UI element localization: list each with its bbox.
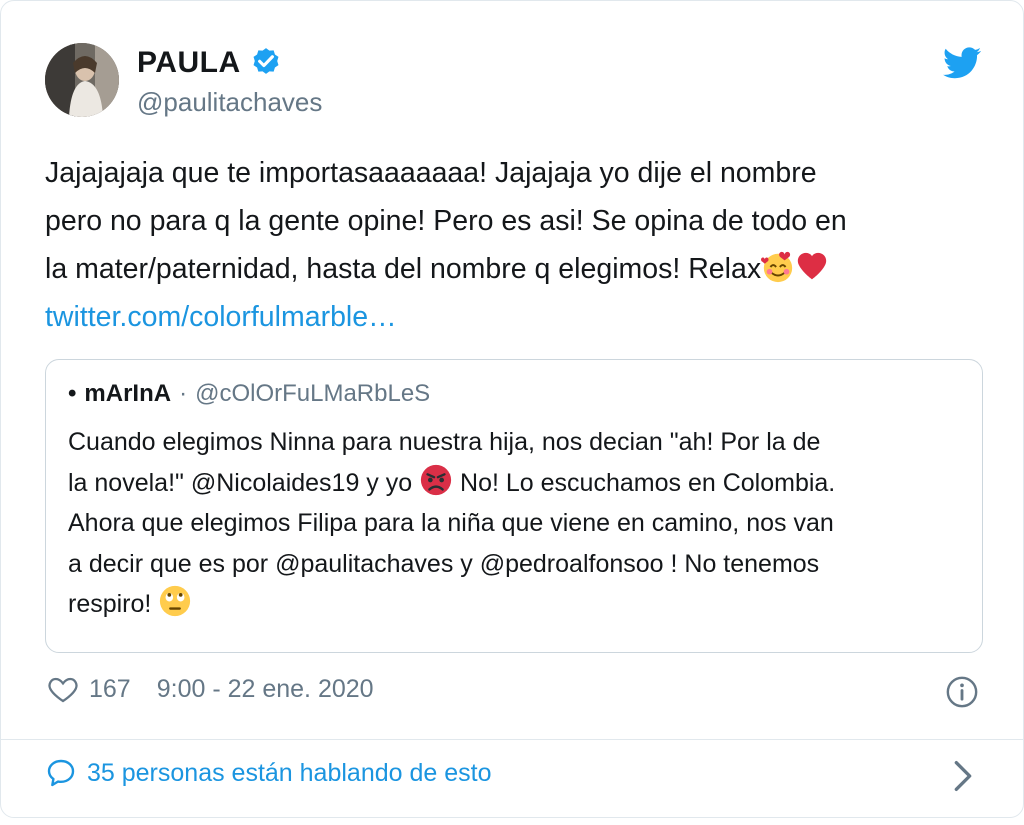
quoted-line: respiro! [68, 584, 968, 625]
quoted-tweet-text: Cuando elegimos Ninna para nuestra hija,… [68, 422, 968, 625]
avatar[interactable] [45, 43, 119, 117]
quoted-line: Ahora que elegimos Filipa para la niña q… [68, 509, 834, 537]
tweet-meta: 167 9:00 - 22 ene. 2020 [47, 673, 374, 705]
quoted-line-text: No! Lo escuchamos en Colombia. [453, 468, 836, 497]
tweet-link[interactable]: twitter.com/colorfulmarble… [45, 293, 995, 341]
verified-badge-icon [253, 48, 279, 74]
quoted-line: la novela!" @Nicolaides19 y yo No! Lo es… [68, 463, 968, 504]
red-heart-icon [795, 250, 829, 284]
tweet-card: PAULA @paulitachaves Jajajajaja que te i… [0, 0, 1024, 818]
quoted-line: Cuando elegimos Ninna para nuestra hija,… [68, 428, 821, 456]
like-count[interactable]: 167 [89, 675, 131, 704]
quoted-tweet-header: • mArInA · @cOlOrFuLMaRbLeS [68, 380, 430, 408]
quoted-display-name[interactable]: mArInA [84, 380, 171, 408]
info-icon[interactable] [945, 675, 979, 709]
quoted-bullet: • [68, 380, 77, 407]
quoted-separator: · [179, 380, 188, 407]
angry-face-icon [419, 463, 453, 497]
quoted-handle[interactable]: @cOlOrFuLMaRbLeS [195, 380, 430, 408]
tweet-line: pero no para q la gente opine! Pero es a… [45, 205, 847, 237]
rolling-eyes-face-icon [158, 584, 192, 618]
tweet-text: Jajajajaja que te importasaaaaaaa! Jajaj… [45, 149, 995, 341]
discussion-link[interactable]: 35 personas están hablando de esto [45, 757, 491, 789]
tweet-line: la mater/paternidad, hasta del nombre q … [45, 245, 995, 293]
quoted-line-text: la novela!" @Nicolaides19 y yo [68, 468, 420, 497]
chevron-right-icon[interactable] [953, 759, 973, 793]
quoted-tweet[interactable]: • mArInA · @cOlOrFuLMaRbLeS Cuando elegi… [45, 359, 983, 653]
heart-icon[interactable] [47, 673, 79, 705]
timestamp[interactable]: 9:00 - 22 ene. 2020 [157, 675, 374, 704]
tweet-line: Jajajajaja que te importasaaaaaaa! Jajaj… [45, 157, 817, 189]
author-block: PAULA @paulitachaves [137, 45, 322, 118]
user-handle[interactable]: @paulitachaves [137, 87, 322, 118]
discussion-text[interactable]: 35 personas están hablando de esto [87, 759, 491, 788]
quoted-line-text: respiro! [68, 590, 159, 618]
speech-bubble-icon [47, 759, 75, 787]
smiling-face-with-hearts-icon [761, 250, 795, 284]
display-name[interactable]: PAULA [137, 46, 241, 80]
twitter-bird-icon[interactable] [943, 47, 981, 79]
tweet-line-text: la mater/paternidad, hasta del nombre q … [45, 253, 762, 285]
divider [1, 739, 1023, 740]
quoted-line: a decir que es por @paulitachaves y @ped… [68, 549, 820, 578]
